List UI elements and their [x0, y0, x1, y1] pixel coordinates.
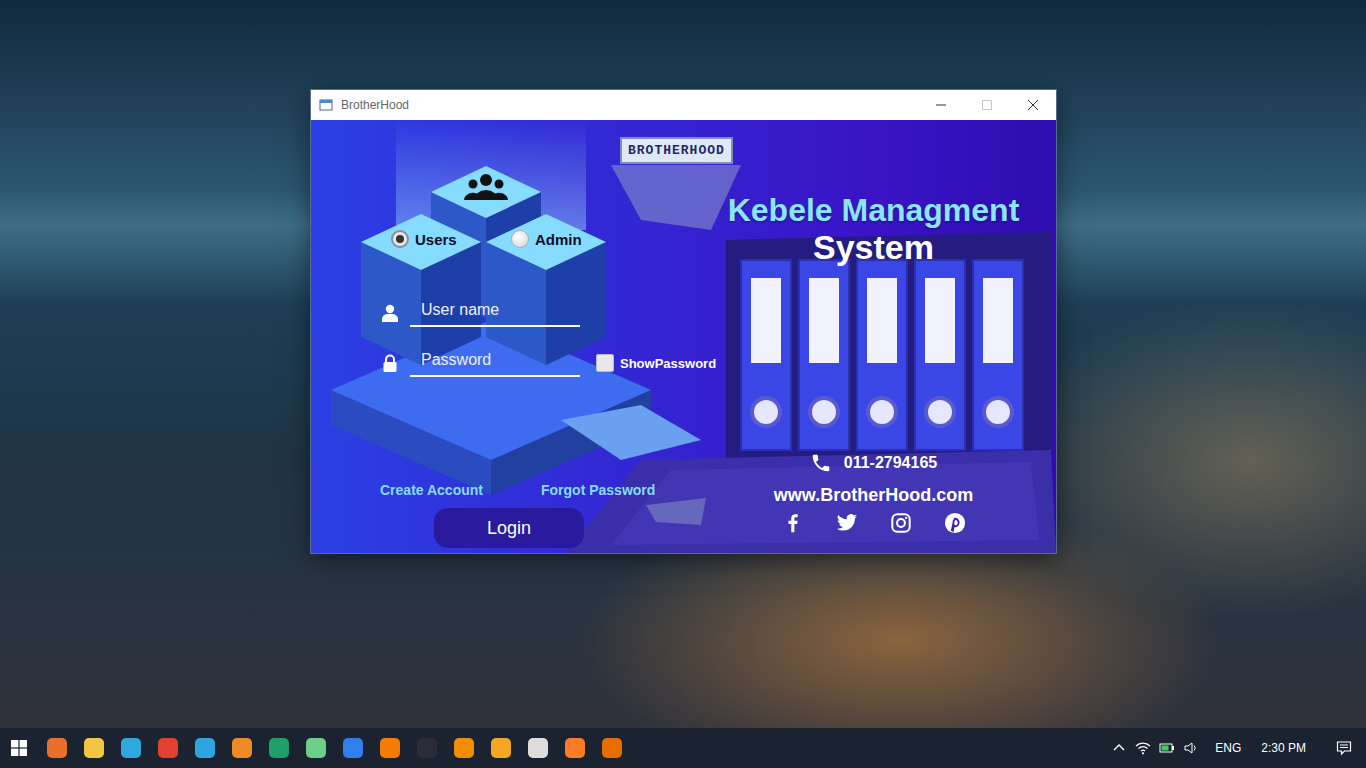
window-controls: [918, 90, 1056, 120]
chevron-up-icon[interactable]: [1111, 740, 1127, 756]
binder: [973, 260, 1023, 450]
speaker-icon[interactable]: [1183, 740, 1199, 756]
taskbar-app[interactable]: [223, 728, 260, 768]
app-icon: [232, 738, 252, 758]
lock-icon: [381, 354, 399, 372]
language-indicator[interactable]: ENG: [1215, 741, 1241, 755]
pinterest-icon[interactable]: [944, 512, 966, 534]
login-panel: BROTHERHOOD Users Admin ShowPassword Create …: [311, 120, 1056, 553]
app-icon: [380, 738, 400, 758]
checkbox-label: ShowPassword: [620, 356, 716, 371]
taskbar-app[interactable]: [334, 728, 371, 768]
role-radio[interactable]: Users: [391, 230, 511, 248]
website-link[interactable]: www.BrotherHood.com: [774, 484, 973, 506]
app-icon: [528, 738, 548, 758]
app-icon: [84, 738, 104, 758]
twitter-icon[interactable]: [836, 512, 858, 534]
maximize-icon: [982, 100, 992, 110]
field-row: [371, 299, 580, 327]
notification-icon[interactable]: [1336, 740, 1352, 756]
taskbar-app[interactable]: [38, 728, 75, 768]
app-icon: [454, 738, 474, 758]
taskbar-app[interactable]: [445, 728, 482, 768]
app-icon: [602, 738, 622, 758]
maximize-button: [964, 90, 1010, 120]
social-links: [782, 512, 966, 534]
role-label: Users: [415, 231, 457, 248]
app-icon: [417, 738, 437, 758]
user-icon: [381, 304, 399, 322]
phone-row: 011-2794165: [810, 452, 937, 474]
app-title: Kebele Managment: [728, 192, 1020, 228]
clock[interactable]: 2:30 PM: [1261, 741, 1306, 755]
title-bar[interactable]: BrotherHood: [311, 90, 1056, 120]
app-icon: [47, 738, 67, 758]
app-icon: [491, 738, 511, 758]
close-icon: [1028, 100, 1038, 110]
close-button[interactable]: [1010, 90, 1056, 120]
role-label: Admin: [535, 231, 582, 248]
phone-icon: [810, 452, 832, 474]
text-field[interactable]: [410, 349, 580, 377]
system-tray: ENG 2:30 PM: [1111, 740, 1366, 756]
group-icon: [464, 174, 508, 200]
app-icon: [343, 738, 363, 758]
link[interactable]: Create Account: [380, 482, 541, 498]
app-icon: [269, 738, 289, 758]
checkbox[interactable]: [596, 354, 614, 372]
server: [361, 214, 481, 365]
taskbar-app[interactable]: [371, 728, 408, 768]
facebook-icon[interactable]: [782, 512, 804, 534]
branding: Kebele ManagmentSystem 011-2794165 www.Bro…: [711, 164, 1056, 548]
role-radio[interactable]: Admin: [511, 230, 631, 248]
taskbar-app[interactable]: [482, 728, 519, 768]
taskbar-app[interactable]: [75, 728, 112, 768]
app-logo: BROTHERHOOD: [620, 137, 733, 164]
app-icon: [121, 738, 141, 758]
taskbar: ENG 2:30 PM: [0, 728, 1366, 768]
role-group: Users Admin: [371, 229, 631, 249]
desktop: BrotherHood BROTHERHOOD Users Admin ShowPass…: [0, 0, 1366, 768]
taskbar-app[interactable]: [260, 728, 297, 768]
binder: [915, 260, 965, 450]
binder: [857, 260, 907, 450]
app-icon: [195, 738, 215, 758]
app-window[interactable]: BrotherHood BROTHERHOOD Users Admin ShowPass…: [311, 90, 1056, 553]
taskbar-app[interactable]: [593, 728, 630, 768]
app-subtitle: System: [813, 228, 934, 266]
taskbar-app[interactable]: [297, 728, 334, 768]
link[interactable]: Forgot Password: [541, 482, 655, 498]
field-row: ShowPassword: [371, 349, 716, 377]
links-row: Create AccountForgot Password: [371, 481, 655, 499]
windows-icon: [11, 740, 27, 756]
binder: [799, 260, 849, 450]
phone-number: 011-2794165: [844, 454, 937, 472]
minimize-button[interactable]: [918, 90, 964, 120]
taskbar-app[interactable]: [556, 728, 593, 768]
minimize-icon: [936, 100, 946, 110]
window-title: BrotherHood: [341, 98, 409, 112]
radio-button[interactable]: [391, 230, 409, 248]
desktop-wallpaper: BrotherHood BROTHERHOOD Users Admin ShowPass…: [0, 0, 1366, 728]
app-icon: [306, 738, 326, 758]
app-icon: [319, 98, 333, 112]
server: [486, 214, 606, 365]
battery-icon[interactable]: [1159, 740, 1175, 756]
radio-button[interactable]: [511, 230, 529, 248]
taskbar-app[interactable]: [112, 728, 149, 768]
binder: [741, 260, 791, 450]
taskbar-app[interactable]: [408, 728, 445, 768]
login-form: UsersAdminShowPasswordCreate AccountForg…: [311, 164, 711, 548]
instagram-icon[interactable]: [890, 512, 912, 534]
app-icon: [158, 738, 178, 758]
login-button[interactable]: Login: [434, 508, 584, 548]
text-field[interactable]: [410, 299, 580, 327]
app-icon: [565, 738, 585, 758]
show-password-checkbox[interactable]: ShowPassword: [596, 354, 716, 372]
start-button[interactable]: [0, 728, 38, 768]
wifi-icon[interactable]: [1135, 740, 1151, 756]
taskbar-app[interactable]: [149, 728, 186, 768]
taskbar-app[interactable]: [519, 728, 556, 768]
taskbar-app[interactable]: [186, 728, 223, 768]
